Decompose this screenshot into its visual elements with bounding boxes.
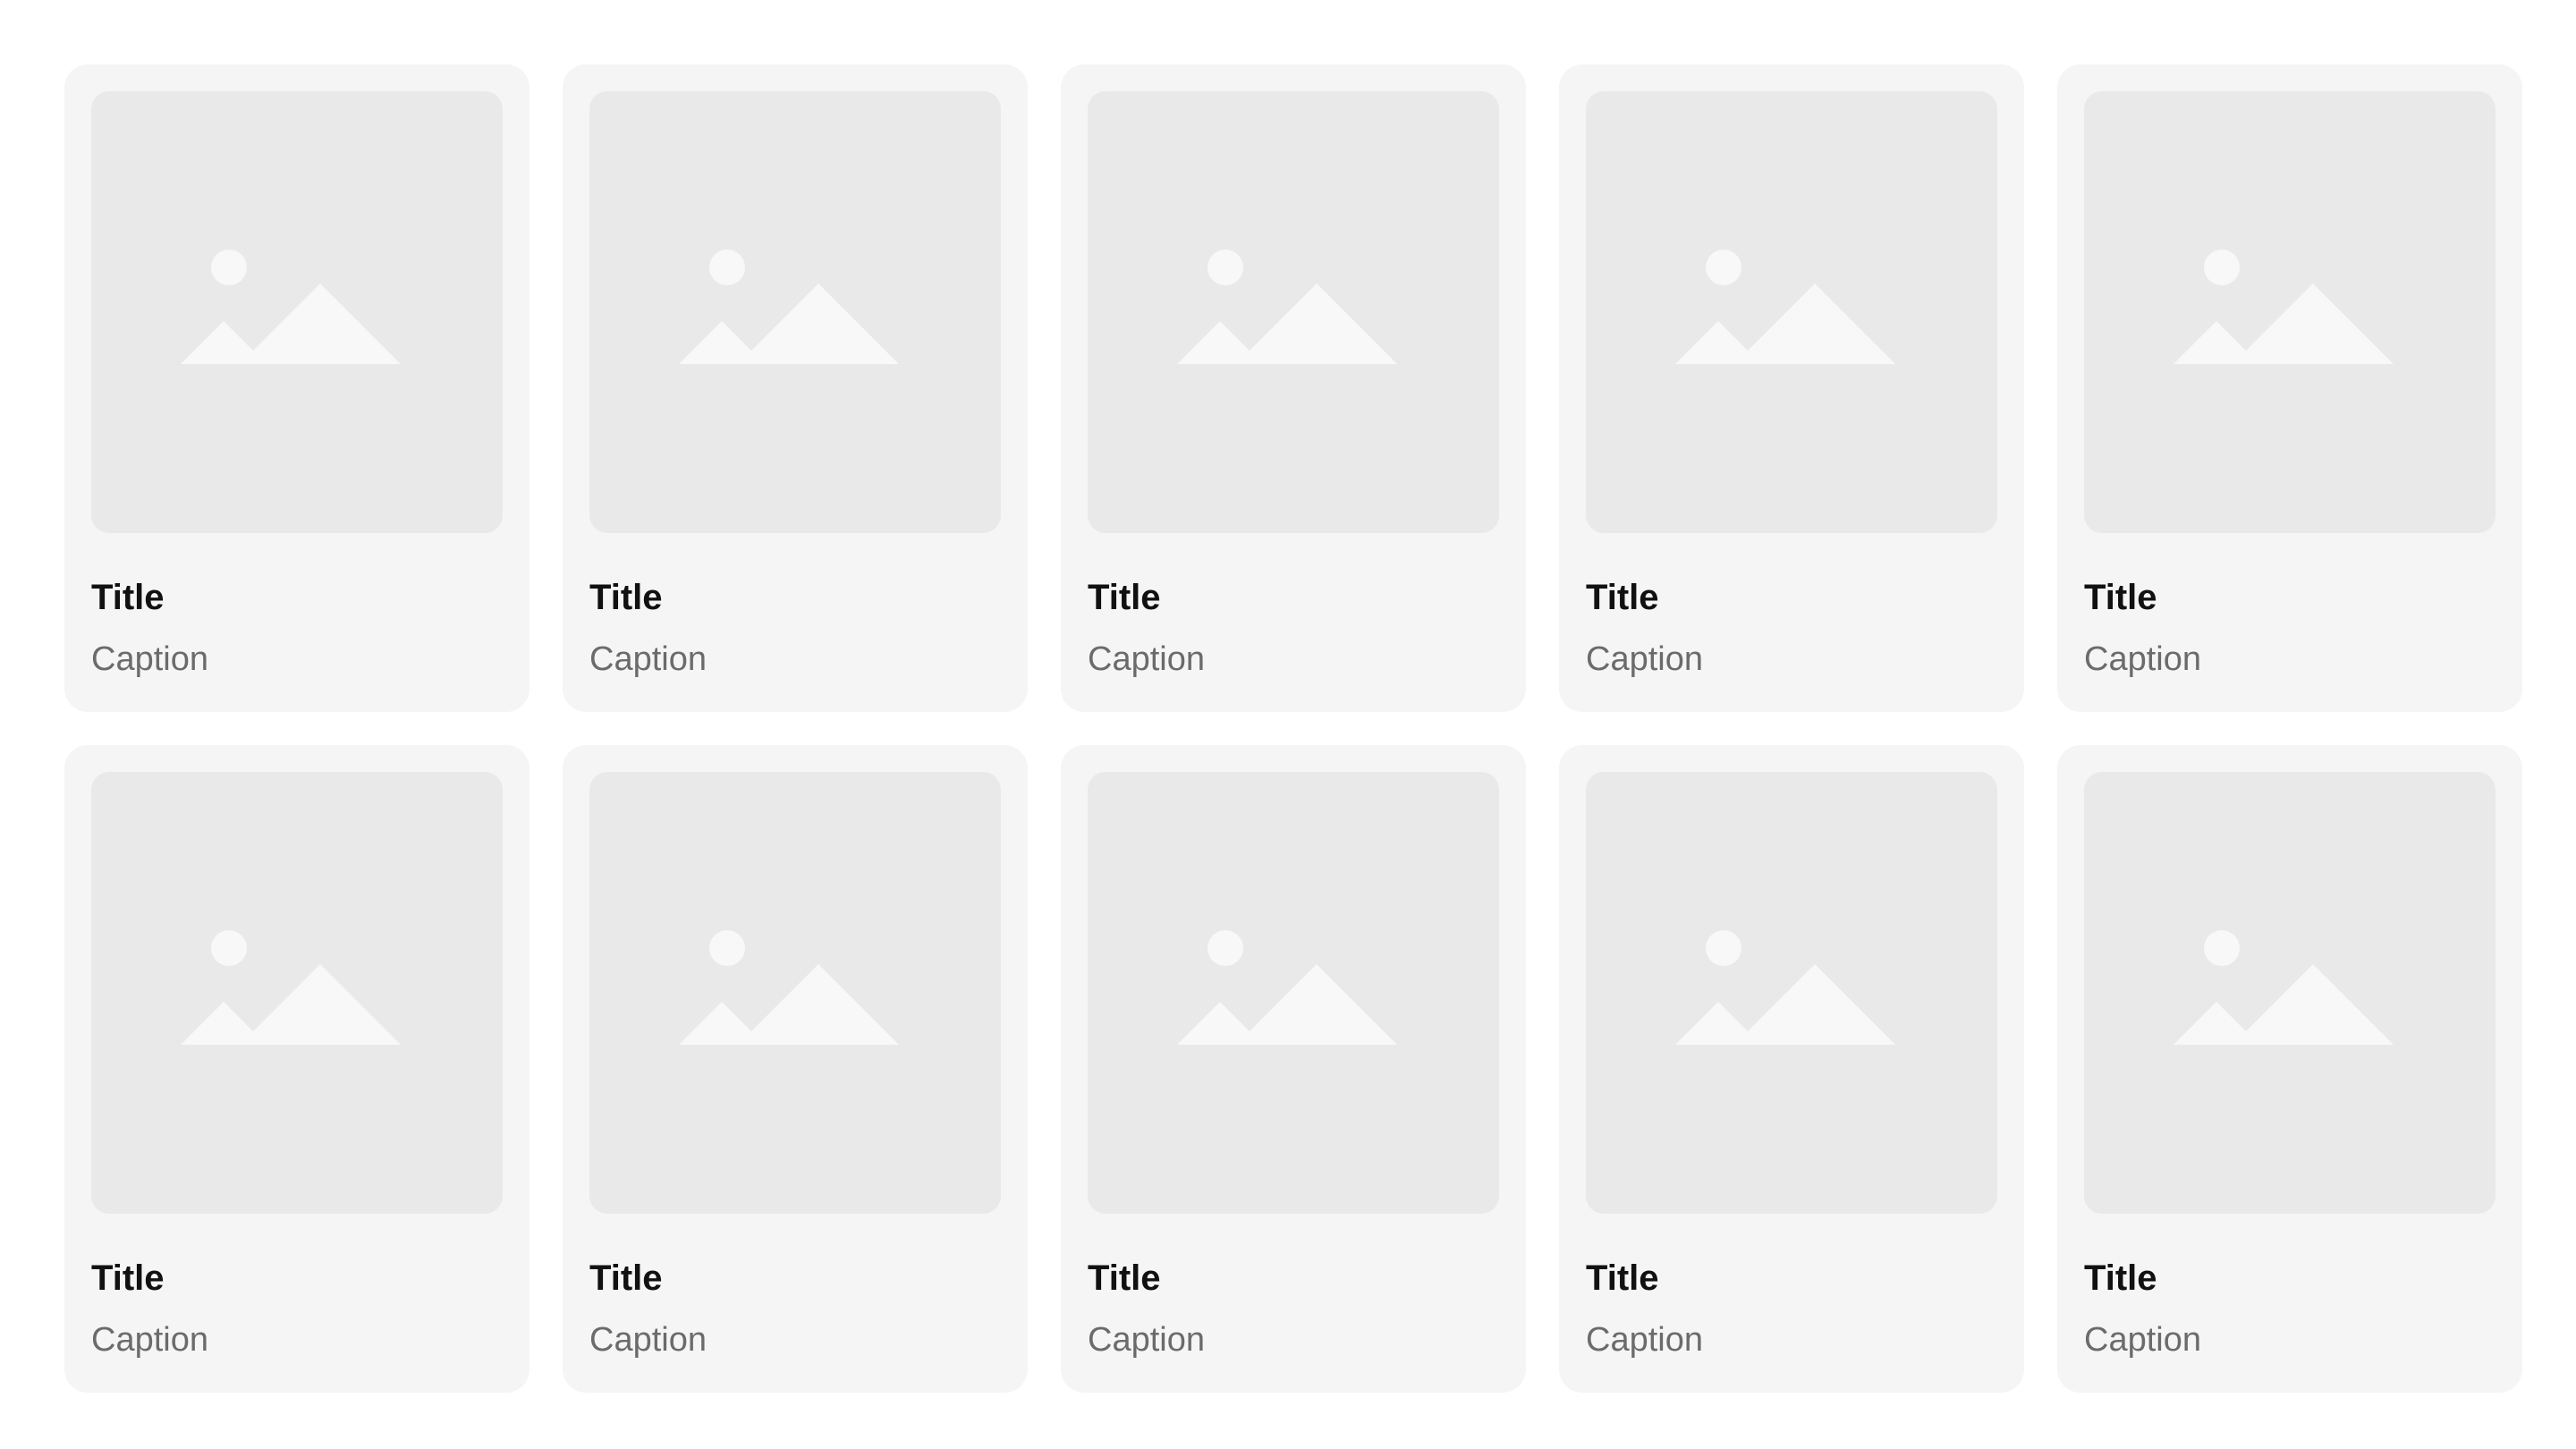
- image-placeholder-icon: [2174, 250, 2394, 364]
- gallery-card[interactable]: Title Caption: [64, 745, 530, 1393]
- gallery-card[interactable]: Title Caption: [1061, 745, 1526, 1393]
- card-caption: Caption: [91, 640, 208, 678]
- gallery-card[interactable]: Title Caption: [2057, 64, 2522, 712]
- card-title: Title: [1088, 578, 1161, 617]
- card-caption: Caption: [1088, 1321, 1205, 1359]
- gallery-card[interactable]: Title Caption: [563, 745, 1028, 1393]
- card-caption: Caption: [1586, 640, 1703, 678]
- card-thumbnail: [1586, 91, 1997, 533]
- card-thumbnail: [589, 772, 1001, 1214]
- image-placeholder-icon: [1177, 250, 1397, 364]
- card-thumbnail: [1586, 772, 1997, 1214]
- image-placeholder-icon: [679, 250, 899, 364]
- image-placeholder-icon: [181, 250, 401, 364]
- card-caption: Caption: [1088, 640, 1205, 678]
- card-thumbnail: [91, 91, 503, 533]
- gallery-card[interactable]: Title Caption: [1559, 745, 2024, 1393]
- image-placeholder-icon: [1177, 930, 1397, 1045]
- card-thumbnail: [589, 91, 1001, 533]
- image-placeholder-icon: [181, 930, 401, 1045]
- card-caption: Caption: [1586, 1321, 1703, 1359]
- card-title: Title: [589, 1258, 663, 1298]
- gallery-card[interactable]: Title Caption: [563, 64, 1028, 712]
- card-caption: Caption: [91, 1321, 208, 1359]
- image-placeholder-icon: [1675, 930, 1895, 1045]
- card-thumbnail: [1088, 772, 1499, 1214]
- card-title: Title: [1586, 1258, 1659, 1298]
- gallery-card[interactable]: Title Caption: [1061, 64, 1526, 712]
- card-caption: Caption: [2084, 1321, 2201, 1359]
- card-title: Title: [91, 578, 165, 617]
- card-caption: Caption: [589, 1321, 707, 1359]
- card-title: Title: [589, 578, 663, 617]
- image-placeholder-icon: [1675, 250, 1895, 364]
- gallery-card[interactable]: Title Caption: [64, 64, 530, 712]
- card-title: Title: [91, 1258, 165, 1298]
- card-thumbnail: [1088, 91, 1499, 533]
- card-thumbnail: [2084, 772, 2496, 1214]
- card-title: Title: [1586, 578, 1659, 617]
- card-title: Title: [2084, 1258, 2157, 1298]
- card-caption: Caption: [2084, 640, 2201, 678]
- gallery-card[interactable]: Title Caption: [1559, 64, 2024, 712]
- card-thumbnail: [91, 772, 503, 1214]
- image-placeholder-icon: [679, 930, 899, 1045]
- card-title: Title: [2084, 578, 2157, 617]
- card-title: Title: [1088, 1258, 1161, 1298]
- card-caption: Caption: [589, 640, 707, 678]
- card-grid: Title Caption Title Caption Title Captio…: [64, 64, 2522, 1393]
- card-thumbnail: [2084, 91, 2496, 533]
- gallery-card[interactable]: Title Caption: [2057, 745, 2522, 1393]
- image-placeholder-icon: [2174, 930, 2394, 1045]
